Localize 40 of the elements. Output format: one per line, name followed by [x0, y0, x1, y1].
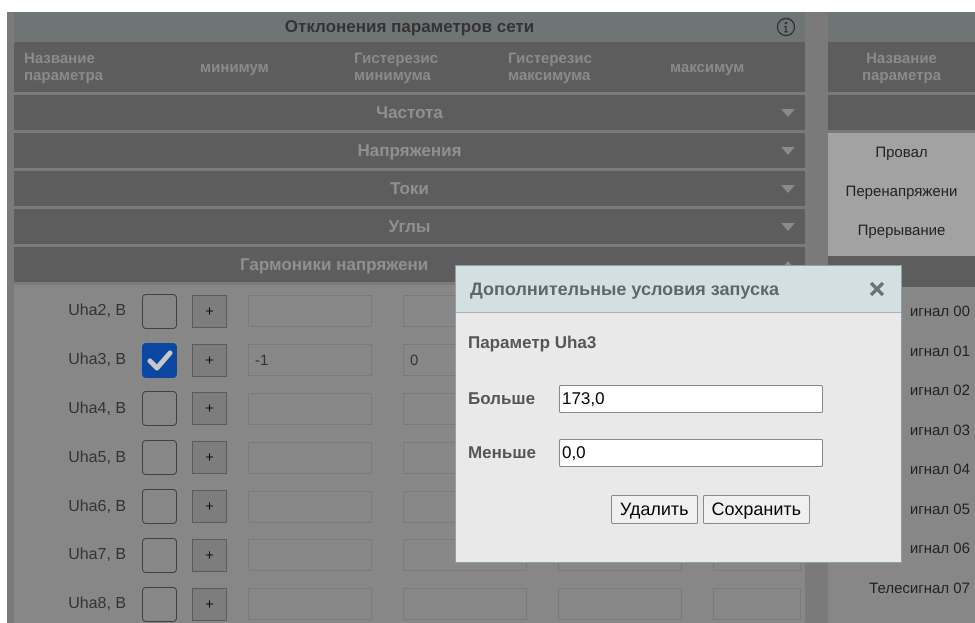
add-button[interactable]: +	[192, 344, 227, 377]
field-label: Меньше	[468, 443, 537, 463]
caret-icon	[781, 147, 795, 155]
field-label: Больше	[468, 389, 536, 409]
checkbox[interactable]	[142, 440, 177, 476]
checkbox[interactable]	[142, 586, 177, 622]
input-field[interactable]: -1	[248, 344, 372, 376]
close-icon[interactable]	[869, 281, 885, 297]
parameter-label: Параметр Uha3	[468, 333, 598, 353]
checkbox[interactable]	[142, 342, 177, 378]
checkbox[interactable]	[142, 391, 177, 426]
input-field[interactable]: 173,0	[559, 385, 823, 413]
parameter-name: Uha6, В	[67, 498, 126, 516]
event-item[interactable]: Перенапряжени	[828, 172, 975, 211]
event-item[interactable]: Провал	[828, 133, 975, 172]
add-button[interactable]: +	[192, 294, 227, 328]
add-button[interactable]: +	[192, 392, 227, 426]
info-icon[interactable]	[776, 17, 796, 37]
add-button[interactable]: +	[192, 490, 227, 524]
checkbox[interactable]	[142, 538, 177, 573]
dialog-button[interactable]: Удалить	[610, 495, 698, 524]
parameter-name: Uha5, В	[67, 448, 126, 467]
add-button[interactable]: +	[192, 588, 227, 621]
parameter-name: Uha2, В	[67, 302, 126, 320]
caret-icon	[781, 223, 795, 231]
parameter-name: Uha8, В	[67, 595, 126, 614]
caret-icon	[781, 109, 795, 117]
caret-icon	[781, 185, 795, 193]
checkbox[interactable]	[142, 294, 177, 329]
parameter-name: Uha4, В	[67, 400, 126, 418]
input-field[interactable]: 0,0	[559, 439, 823, 467]
add-button[interactable]: +	[192, 538, 227, 572]
panel-title: Отклонения параметров сети	[284, 17, 534, 37]
parameter-name: Uha7, В	[67, 546, 126, 564]
parameter-name: Uha3, В	[67, 351, 126, 370]
checkbox[interactable]	[142, 489, 177, 524]
signal-item[interactable]: Телесигнал 07	[828, 568, 975, 608]
add-button[interactable]: +	[192, 441, 227, 474]
dialog-button[interactable]: Сохранить	[702, 495, 810, 524]
event-item[interactable]: Прерывание	[828, 211, 975, 250]
